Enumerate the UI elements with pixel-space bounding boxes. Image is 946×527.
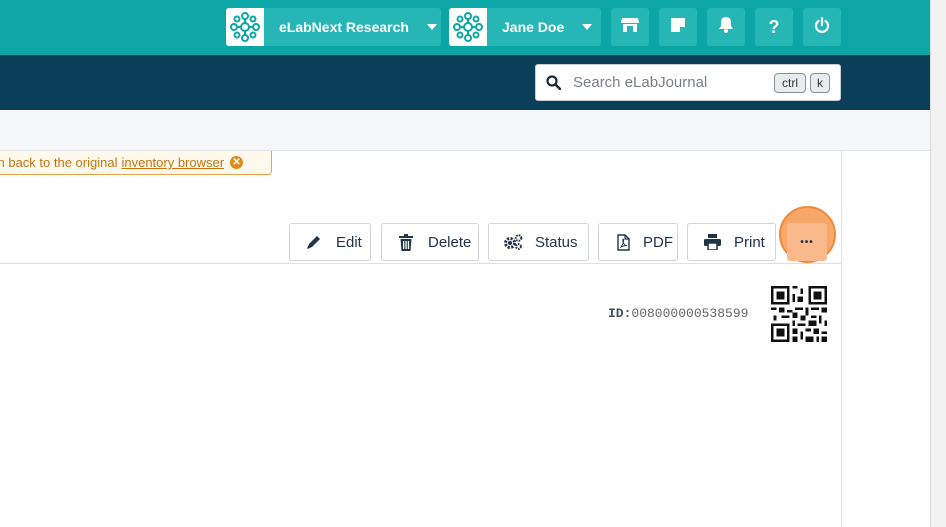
qr-code: [771, 286, 827, 347]
trash-icon: [396, 233, 416, 251]
print-label: Print: [734, 233, 765, 251]
item-id: ID:008000000538599: [608, 306, 748, 321]
elab-logo-icon: [226, 8, 264, 46]
chevron-down-icon: [426, 24, 437, 30]
user-label: Jane Doe: [502, 19, 565, 35]
bell-icon: [718, 16, 734, 38]
notifications-button[interactable]: [707, 8, 745, 46]
notice-text: ch back to the original: [0, 155, 118, 170]
gears-icon: [503, 233, 523, 251]
print-button[interactable]: Print: [687, 223, 776, 261]
status-label: Status: [535, 233, 578, 251]
power-icon: [814, 16, 830, 38]
shortcut-key-ctrl: ctrl: [774, 73, 806, 93]
ellipsis-icon: •••: [800, 236, 814, 248]
inventory-browser-link[interactable]: inventory browser: [121, 155, 224, 170]
store-icon: [621, 17, 639, 38]
delete-button[interactable]: Delete: [381, 223, 479, 261]
status-button[interactable]: Status: [488, 223, 589, 261]
right-panel: [841, 151, 931, 527]
user-menu[interactable]: Jane Doe: [449, 8, 601, 46]
store-button[interactable]: [611, 8, 649, 46]
close-icon[interactable]: ✕: [230, 156, 244, 169]
more-options-button[interactable]: •••: [787, 223, 827, 261]
workspace-selector[interactable]: eLabNext Research: [226, 8, 441, 46]
pdf-button[interactable]: PDF: [598, 223, 678, 261]
top-bar: eLabNext Research Jane Doe ?: [0, 0, 930, 55]
notes-icon: [670, 17, 686, 38]
edit-button[interactable]: Edit: [289, 223, 371, 261]
print-icon: [702, 233, 722, 251]
search-box[interactable]: ctrl k: [535, 64, 841, 101]
logout-button[interactable]: [803, 8, 841, 46]
scrollbar[interactable]: [930, 0, 946, 527]
item-id-label: ID:: [608, 306, 632, 321]
toolbar-divider: [0, 263, 841, 264]
workspace-label: eLabNext Research: [279, 19, 409, 35]
delete-label: Delete: [428, 233, 472, 251]
pencil-icon: [304, 233, 324, 251]
help-button[interactable]: ?: [755, 8, 793, 46]
search-input[interactable]: [571, 73, 765, 92]
notes-button[interactable]: [659, 8, 697, 46]
inventory-notice-banner: ch back to the original inventory browse…: [0, 151, 272, 175]
help-icon: ?: [768, 16, 780, 37]
chevron-down-icon: [582, 24, 593, 30]
user-logo-icon: [449, 8, 487, 46]
item-id-value: 008000000538599: [631, 306, 749, 321]
edit-label: Edit: [336, 233, 362, 251]
search-icon: [546, 75, 561, 90]
shortcut-key-k: k: [810, 73, 830, 93]
pdf-label: PDF: [643, 233, 673, 251]
file-pdf-icon: [613, 233, 633, 251]
sub-header: [0, 110, 930, 151]
